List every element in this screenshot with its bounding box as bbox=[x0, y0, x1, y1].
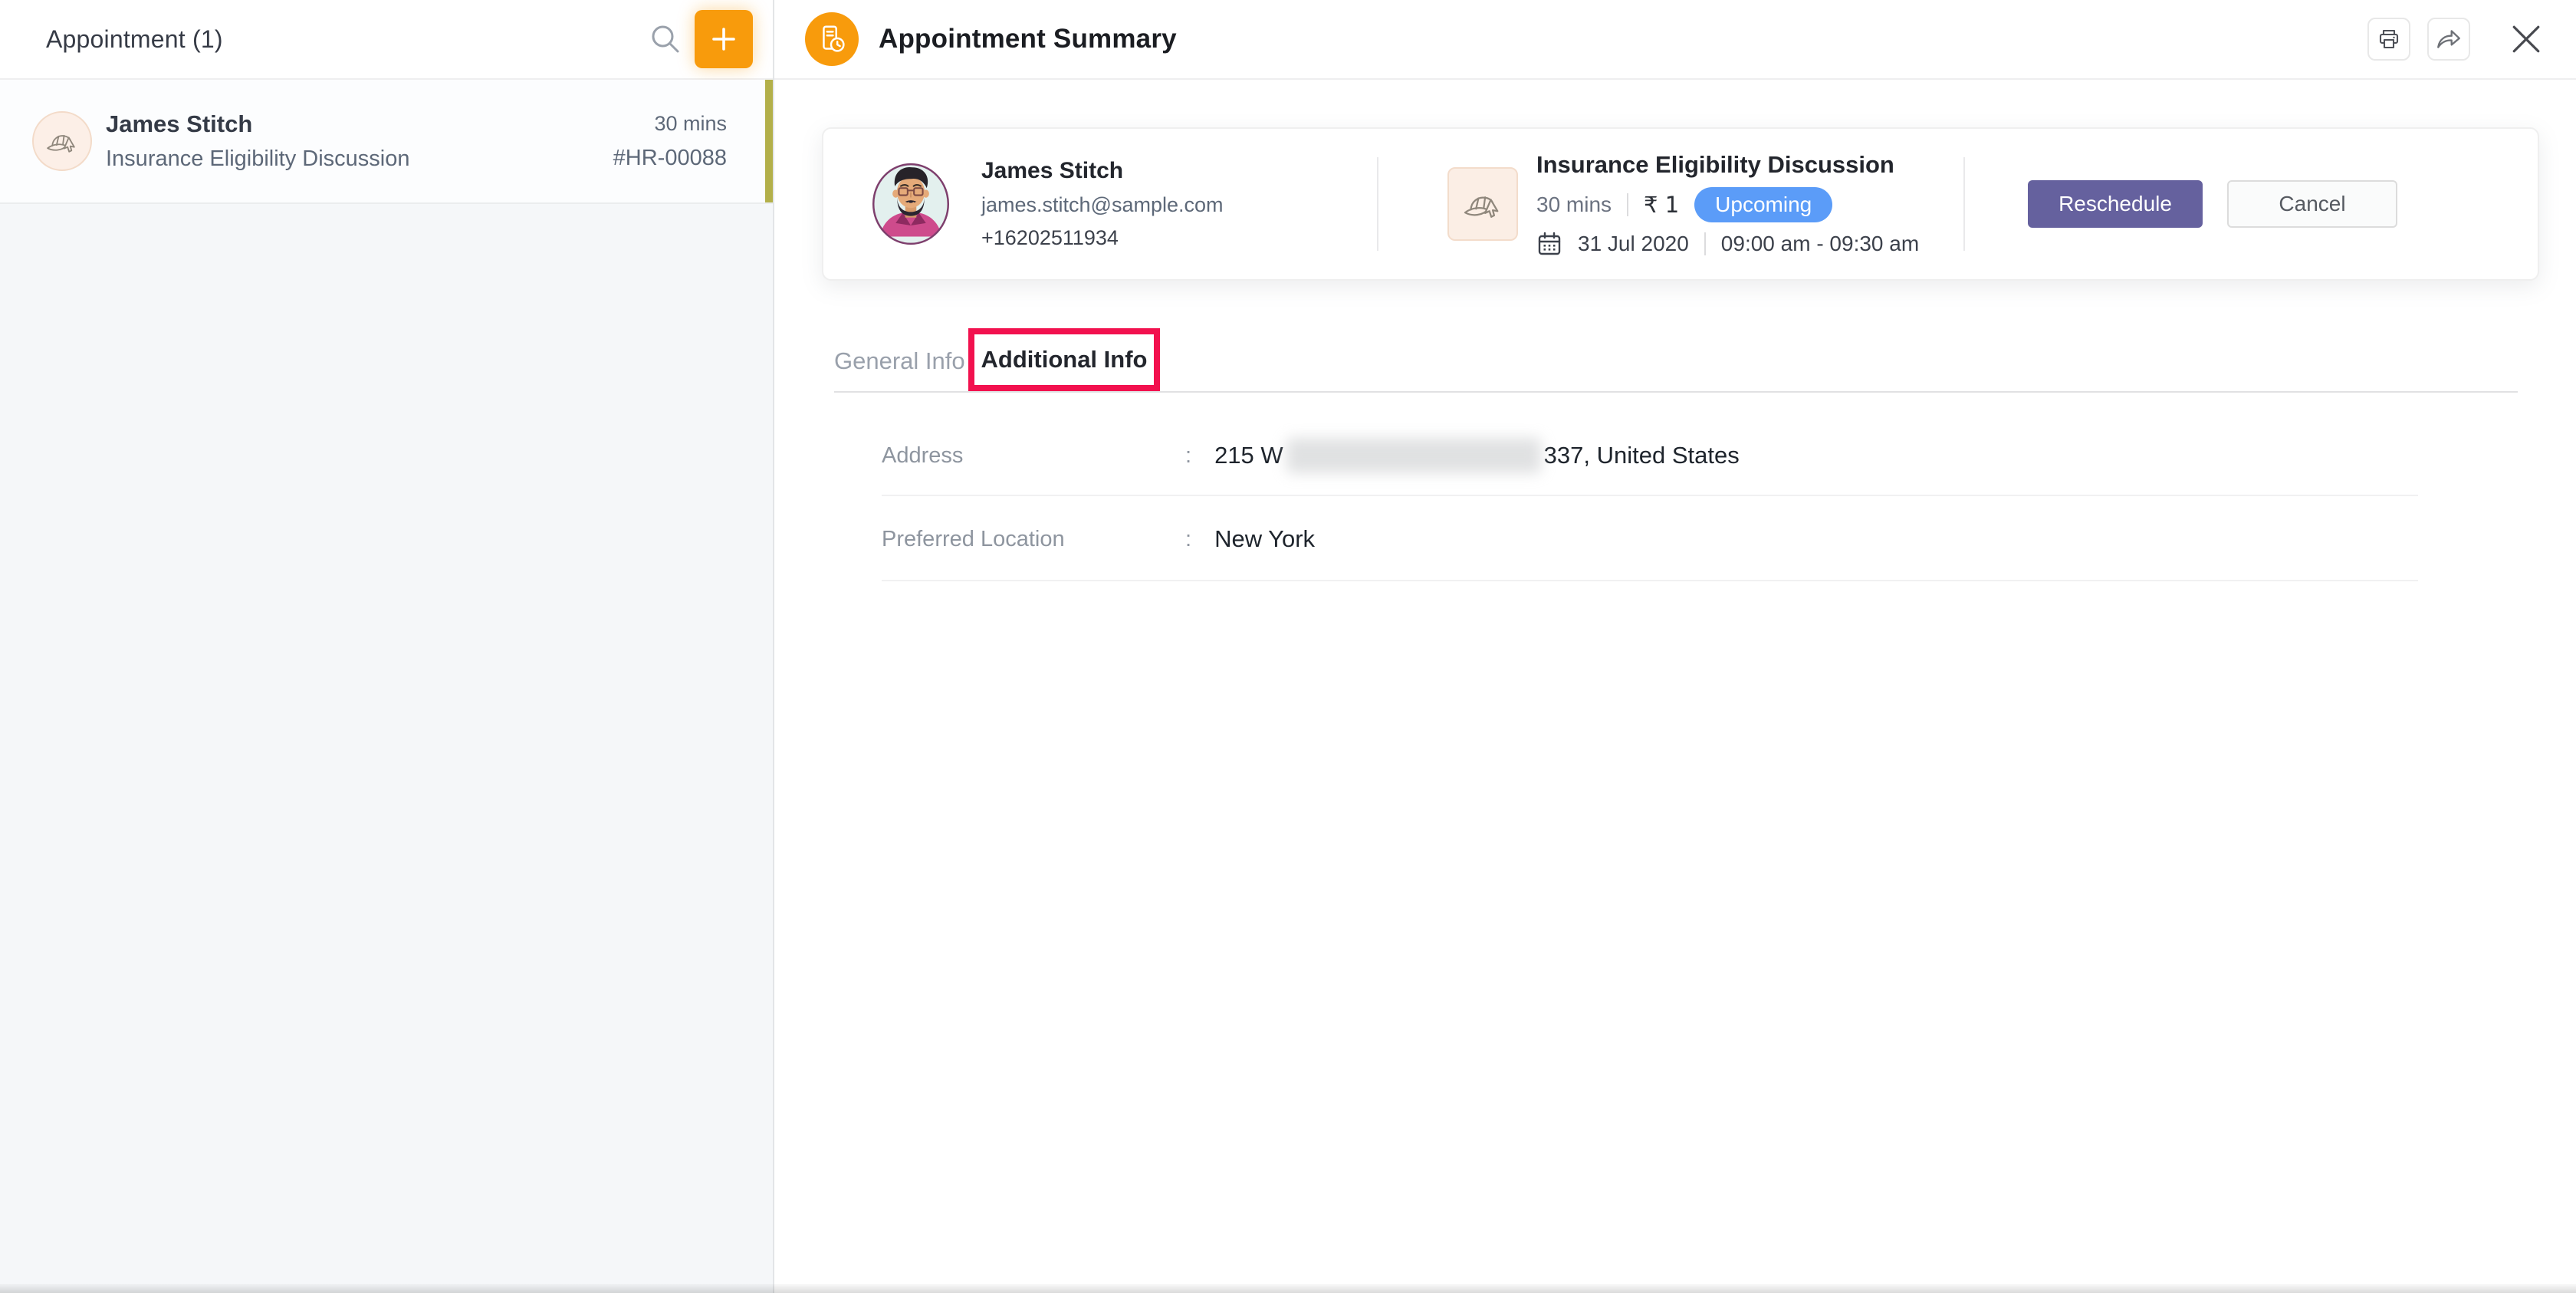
appointment-type-avatar bbox=[32, 111, 92, 171]
field-divider bbox=[882, 580, 2418, 581]
appointment-summary-card: James Stitch james.stitch@sample.com +16… bbox=[822, 127, 2539, 281]
field-label: Address bbox=[882, 443, 1185, 469]
address-value-suffix: 337, United States bbox=[1544, 442, 1740, 469]
card-vertical-divider bbox=[1963, 157, 1965, 251]
list-item-meta: 30 mins #HR-00088 bbox=[613, 112, 727, 171]
field-colon: : bbox=[1185, 443, 1191, 469]
field-value-address: 215 W 337, United States bbox=[1214, 438, 1740, 473]
summary-content: James Stitch james.stitch@sample.com +16… bbox=[774, 81, 2576, 1293]
status-badge: Upcoming bbox=[1694, 187, 1832, 222]
share-button[interactable] bbox=[2427, 18, 2470, 61]
appointment-title: Insurance Eligibility Discussion bbox=[1536, 151, 1919, 179]
field-row-preferred-location: Preferred Location : New York bbox=[882, 519, 2418, 559]
search-button[interactable] bbox=[646, 19, 685, 59]
meta-separator bbox=[1704, 232, 1706, 255]
appointment-duration: 30 mins bbox=[1536, 192, 1612, 217]
calendar-icon bbox=[1536, 231, 1562, 257]
field-divider bbox=[882, 495, 2418, 496]
print-button[interactable] bbox=[2367, 18, 2410, 61]
card-actions: Reschedule Cancel bbox=[2028, 180, 2397, 228]
meta-separator bbox=[1627, 193, 1628, 216]
contact-name: James Stitch bbox=[981, 158, 1224, 184]
annotation-highlight-box: Additional Info bbox=[968, 328, 1160, 391]
appointment-time: 09:00 am - 09:30 am bbox=[1721, 232, 1919, 256]
search-icon bbox=[648, 21, 683, 57]
plus-icon bbox=[710, 25, 738, 53]
appointment-date: 31 Jul 2020 bbox=[1578, 232, 1689, 256]
appointment-type-icon-box bbox=[1447, 167, 1518, 241]
appointment-summary-panel: Appointment Summary bbox=[774, 0, 2576, 1293]
appointment-info: Insurance Eligibility Discussion 30 mins… bbox=[1536, 151, 1919, 257]
contact-section: James Stitch james.stitch@sample.com +16… bbox=[823, 158, 1377, 250]
field-row-address: Address : 215 W 337, United States bbox=[882, 436, 2418, 475]
cancel-button[interactable]: Cancel bbox=[2227, 180, 2397, 228]
add-appointment-button[interactable] bbox=[695, 10, 753, 68]
share-forward-icon bbox=[2435, 27, 2463, 51]
reschedule-button[interactable]: Reschedule bbox=[2028, 180, 2203, 228]
address-value-prefix: 215 W bbox=[1214, 442, 1283, 469]
list-item-duration: 30 mins bbox=[654, 112, 727, 136]
appointment-section: Insurance Eligibility Discussion 30 mins… bbox=[1378, 151, 1963, 257]
contact-phone: +16202511934 bbox=[981, 226, 1224, 250]
field-colon: : bbox=[1185, 527, 1191, 552]
avatar bbox=[871, 162, 951, 246]
appointment-summary-icon bbox=[805, 12, 859, 66]
appointment-price: ₹ 1 bbox=[1644, 192, 1679, 218]
list-item-reference: #HR-00088 bbox=[613, 146, 727, 171]
tab-general-info[interactable]: General Info bbox=[834, 347, 965, 375]
summary-header: Appointment Summary bbox=[774, 0, 2576, 80]
appointment-list-item[interactable]: James Stitch Insurance Eligibility Discu… bbox=[0, 80, 773, 204]
appointment-hat-cursor-icon bbox=[1461, 183, 1504, 225]
tab-additional-info[interactable]: Additional Info bbox=[981, 346, 1148, 373]
contact-email: james.stitch@sample.com bbox=[981, 193, 1224, 217]
selected-item-accent-bar bbox=[765, 80, 773, 202]
list-item-name: James Stitch bbox=[106, 110, 410, 138]
tabs-underline bbox=[834, 391, 2518, 393]
page-title: Appointment Summary bbox=[879, 24, 1177, 54]
window-bottom-edge bbox=[0, 1284, 2576, 1293]
list-item-topic: Insurance Eligibility Discussion bbox=[106, 146, 410, 172]
field-value-preferred-location: New York bbox=[1214, 525, 1315, 553]
list-item-text: James Stitch Insurance Eligibility Discu… bbox=[106, 110, 410, 172]
appointment-meta-row: 30 mins ₹ 1 Upcoming bbox=[1536, 187, 1919, 222]
appointment-date-row: 31 Jul 2020 09:00 am - 09:30 am bbox=[1536, 231, 1919, 257]
appointment-hat-cursor-icon bbox=[44, 123, 80, 159]
close-button[interactable] bbox=[2509, 21, 2544, 57]
list-panel-title: Appointment (1) bbox=[46, 25, 223, 54]
printer-icon bbox=[2377, 27, 2401, 51]
list-panel-header: Appointment (1) bbox=[0, 0, 773, 80]
redacted-blur-region bbox=[1286, 438, 1541, 473]
field-label: Preferred Location bbox=[882, 527, 1185, 552]
close-icon bbox=[2511, 24, 2542, 54]
appointment-list-panel: Appointment (1) bbox=[0, 0, 774, 1293]
contact-info: James Stitch james.stitch@sample.com +16… bbox=[981, 158, 1224, 250]
